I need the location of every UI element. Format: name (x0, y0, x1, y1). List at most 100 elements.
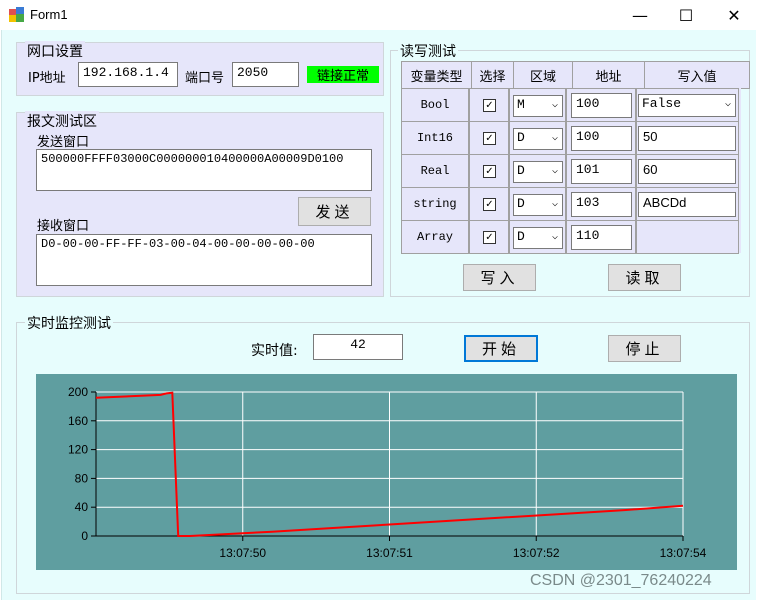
chevron-down-icon: ⌵ (551, 100, 558, 111)
cell-area: D ⌵ (509, 187, 566, 221)
x-tick-label: 13:07:50 (219, 546, 266, 560)
start-button[interactable]: 开始 (464, 335, 538, 362)
realtime-value-label: 实时值: (251, 343, 298, 359)
cell-address: 101 (566, 154, 636, 188)
receive-textarea[interactable]: D0-00-00-FF-FF-03-00-04-00-00-00-00-00 (36, 234, 372, 286)
address-input[interactable]: 110 (571, 225, 632, 250)
address-input[interactable]: 100 (571, 126, 632, 151)
cell-write-value: 60 (636, 154, 739, 188)
send-window-label: 发送窗口 (37, 135, 90, 150)
window-title: Form1 (30, 7, 68, 22)
y-tick-label: 200 (68, 385, 88, 399)
area-dropdown[interactable]: D ⌵ (513, 128, 563, 150)
table-header-row: 变量类型 选择 区域 地址 写入值 (401, 61, 750, 89)
monitor-group-title: 实时监控测试 (25, 313, 113, 333)
cell-write-value (636, 220, 739, 254)
close-button[interactable]: ✕ (714, 0, 754, 30)
address-input[interactable]: 103 (571, 192, 632, 217)
realtime-line-chart: 0 40 80 120 160 200 13:07:50 13:07:51 13:07:52 13… (36, 374, 737, 570)
stop-button[interactable]: 停止 (608, 335, 681, 362)
form-client-area: 网口设置 IP地址 192.168.1.4 端口号 2050 链接正常 报文测试… (1, 30, 756, 600)
cell-area: M ⌵ (509, 88, 566, 122)
cell-write-value: ABCDd (636, 187, 739, 221)
area-dropdown[interactable]: D ⌵ (513, 227, 563, 249)
chevron-down-icon: ⌵ (551, 133, 558, 144)
x-tick-label: 13:07:54 (660, 546, 707, 560)
title-bar[interactable]: Form1 — ☐ ✕ (0, 0, 757, 30)
select-checkbox[interactable]: ✓ (483, 231, 496, 244)
y-tick-label: 0 (81, 529, 88, 543)
address-input[interactable]: 101 (571, 159, 632, 184)
write-value-input[interactable]: ABCDd (638, 192, 736, 217)
write-value-dropdown[interactable]: False ⌵ (638, 94, 736, 117)
write-value: False (642, 96, 682, 111)
area-dropdown[interactable]: M ⌵ (513, 95, 563, 117)
message-test-group: 报文测试区 发送窗口 500000FFFF03000C0000000104000… (16, 111, 384, 297)
cell-area: D ⌵ (509, 154, 566, 188)
table-row: Array ✓ D ⌵ 110 (401, 220, 741, 254)
y-tick-label: 40 (75, 500, 89, 514)
type-label: Array (416, 230, 453, 244)
chevron-down-icon: ⌵ (551, 199, 558, 210)
table-row: Real ✓ D ⌵ 101 60 (401, 154, 741, 188)
maximize-icon: ☐ (678, 5, 694, 25)
header-address: 地址 (572, 61, 645, 89)
y-tick-label: 120 (68, 443, 88, 457)
connection-status-badge: 链接正常 (307, 66, 379, 84)
port-input[interactable]: 2050 (232, 62, 299, 87)
send-textarea[interactable]: 500000FFFF03000C000000010400000A00009D01… (36, 149, 372, 191)
realtime-value-field: 42 (313, 334, 403, 360)
read-button[interactable]: 读取 (608, 264, 681, 291)
chevron-down-icon: ⌵ (551, 166, 558, 177)
header-area: 区域 (513, 61, 573, 89)
cell-address: 100 (566, 88, 636, 122)
watermark: CSDN @2301_76240224 (530, 572, 712, 589)
receive-window-label: 接收窗口 (37, 219, 90, 234)
cell-area: D ⌵ (509, 121, 566, 155)
area-value: D (517, 196, 525, 211)
cell-write-value: 50 (636, 121, 739, 155)
write-value-input[interactable]: 50 (638, 126, 736, 151)
table-row: Int16 ✓ D ⌵ 100 50 (401, 121, 741, 155)
ip-address-input[interactable]: 192.168.1.4 (78, 62, 178, 87)
area-dropdown[interactable]: D ⌵ (513, 161, 563, 183)
cell-type: Array (401, 220, 469, 254)
read-write-table: 变量类型 选择 区域 地址 写入值 (401, 61, 750, 89)
cell-address: 103 (566, 187, 636, 221)
address-input[interactable]: 100 (571, 93, 632, 118)
area-value: D (517, 163, 525, 178)
x-tick-label: 13:07:52 (513, 546, 560, 560)
cell-select: ✓ (469, 220, 509, 254)
send-button[interactable]: 发送 (298, 197, 371, 226)
type-label: string (413, 197, 457, 211)
minimize-icon: — (632, 5, 648, 25)
message-group-title: 报文测试区 (25, 111, 99, 131)
minimize-button[interactable]: — (620, 0, 660, 30)
ip-label: IP地址 (28, 71, 66, 86)
app-icon (9, 7, 24, 22)
write-button[interactable]: 写入 (463, 264, 536, 291)
cell-write-value: False ⌵ (636, 88, 739, 122)
type-label: Int16 (416, 131, 453, 145)
cell-select: ✓ (469, 154, 509, 188)
select-checkbox[interactable]: ✓ (483, 165, 496, 178)
area-value: D (517, 130, 525, 145)
cell-select: ✓ (469, 121, 509, 155)
read-write-group-title: 读写测试 (398, 41, 458, 61)
x-tick-label: 13:07:51 (366, 546, 413, 560)
area-dropdown[interactable]: D ⌵ (513, 194, 563, 216)
write-value-input[interactable]: 60 (638, 159, 736, 184)
network-group-title: 网口设置 (25, 41, 85, 61)
select-checkbox[interactable]: ✓ (483, 132, 496, 145)
area-value: M (517, 97, 525, 112)
cell-type: Real (401, 154, 469, 188)
cell-area: D ⌵ (509, 220, 566, 254)
chevron-down-icon: ⌵ (551, 232, 558, 243)
header-select: 选择 (471, 61, 514, 89)
cell-type: Bool (401, 88, 469, 122)
maximize-button[interactable]: ☐ (666, 0, 706, 30)
close-icon: ✕ (727, 5, 741, 25)
select-checkbox[interactable]: ✓ (483, 198, 496, 211)
network-settings-group: 网口设置 IP地址 192.168.1.4 端口号 2050 链接正常 (16, 41, 384, 96)
select-checkbox[interactable]: ✓ (483, 99, 496, 112)
